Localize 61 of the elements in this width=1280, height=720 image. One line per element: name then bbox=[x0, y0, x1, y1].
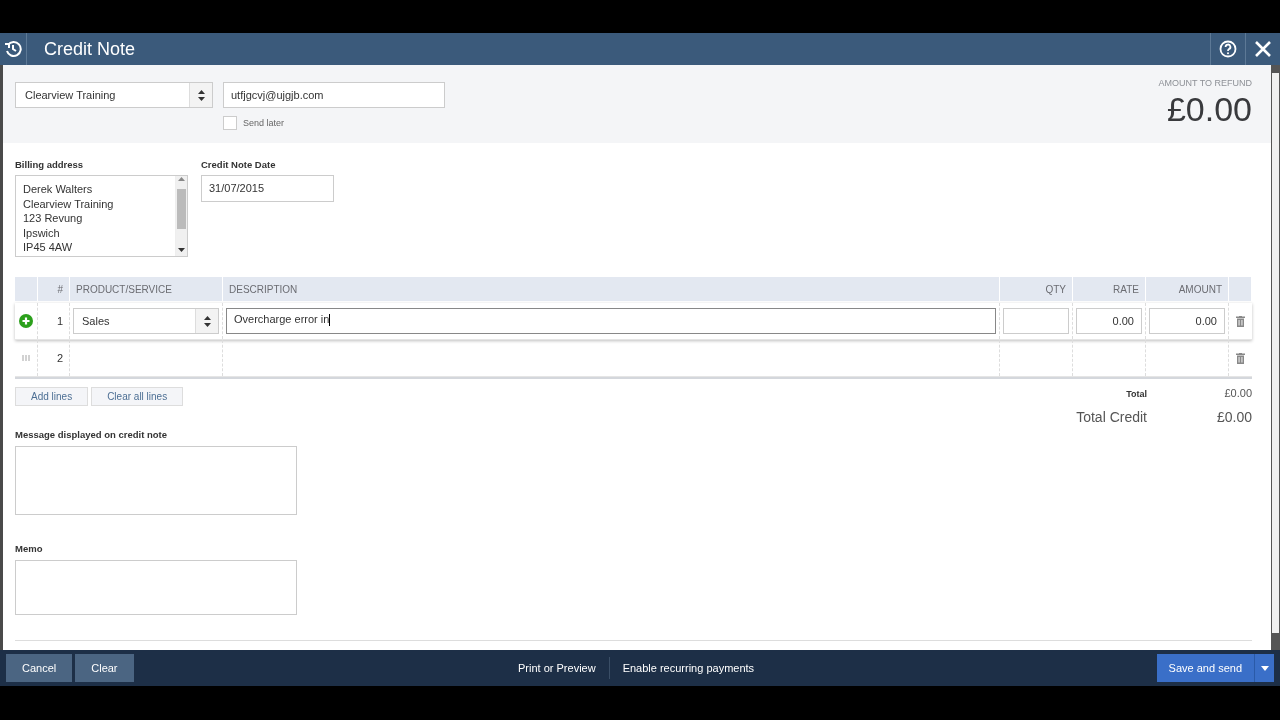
total-value: £0.00 bbox=[1223, 387, 1252, 399]
footer-button[interactable]: Clear bbox=[75, 654, 134, 682]
sort-arrows-icon bbox=[197, 89, 205, 101]
address-line: 123 Revung bbox=[23, 211, 84, 226]
column-header: QTY bbox=[1045, 283, 1066, 295]
column-header: DESCRIPTION bbox=[229, 283, 298, 295]
help-icon[interactable] bbox=[1219, 40, 1237, 58]
history-icon[interactable] bbox=[4, 40, 22, 58]
caret-icon bbox=[1260, 665, 1269, 671]
window-title: Credit Note bbox=[44, 38, 136, 60]
qty-field[interactable] bbox=[1003, 308, 1069, 334]
save-options-button[interactable] bbox=[1254, 654, 1274, 682]
address-line: Clearview Training bbox=[23, 196, 115, 211]
column-header: # bbox=[57, 283, 63, 295]
scrollbar-thumb[interactable] bbox=[177, 189, 186, 229]
credit-note-date-label: Credit Note Date bbox=[201, 159, 277, 170]
address-line: IP45 4AW bbox=[23, 240, 74, 255]
total-label: Total bbox=[1125, 389, 1147, 399]
footer-link[interactable]: Enable recurring payments bbox=[609, 662, 768, 674]
amount-field[interactable]: 0.00 bbox=[1149, 308, 1225, 334]
total-credit-label: Total Credit bbox=[1076, 409, 1147, 425]
amount-to-refund-label: AMOUNT TO REFUND bbox=[1158, 78, 1252, 88]
save-and-send-button[interactable]: Save and send bbox=[1156, 654, 1254, 682]
row-number: 2 bbox=[56, 352, 63, 364]
memo-label: Memo bbox=[15, 543, 44, 554]
line-action-button[interactable]: Add lines bbox=[15, 387, 89, 406]
sort-arrows-icon bbox=[203, 315, 211, 327]
billing-address-label: Billing address bbox=[15, 159, 85, 170]
add-icon[interactable] bbox=[19, 314, 33, 328]
column-header: RATE bbox=[1113, 283, 1139, 295]
row-number: 1 bbox=[56, 315, 63, 327]
total-credit-value: £0.00 bbox=[1215, 409, 1252, 425]
scroll-down-icon[interactable] bbox=[178, 248, 185, 253]
address-line: Ipswich bbox=[23, 225, 61, 240]
product-select[interactable]: Sales bbox=[73, 308, 219, 334]
message-label: Message displayed on credit note bbox=[15, 429, 169, 440]
customer-select[interactable]: Clearview Training bbox=[15, 82, 213, 108]
rate-field[interactable]: 0.00 bbox=[1076, 308, 1142, 334]
line-action-button[interactable]: Clear all lines bbox=[91, 387, 184, 406]
send-later-checkbox[interactable] bbox=[223, 116, 237, 130]
memo-field[interactable] bbox=[15, 560, 297, 615]
amount-to-refund-value: £0.00 bbox=[1166, 90, 1252, 129]
address-line: Derek Walters bbox=[23, 182, 94, 197]
billing-address-field[interactable]: Derek Walters Clearview Training 123 Revung Ipswich IP45 4AW bbox=[15, 175, 188, 257]
scrollbar[interactable] bbox=[1271, 65, 1280, 650]
send-later-label: Send later bbox=[243, 118, 285, 128]
column-header: AMOUNT bbox=[1178, 283, 1222, 295]
table-row[interactable]: 1 Sales Overcharge error in 0.00 0.00 bbox=[15, 303, 1252, 340]
footer-button[interactable]: Cancel bbox=[6, 654, 73, 682]
footer-link[interactable]: Print or Preview bbox=[505, 662, 609, 674]
email-field[interactable]: utfjgcvj@ujgjb.com bbox=[223, 82, 445, 108]
description-field[interactable]: Overcharge error in bbox=[226, 308, 996, 334]
scroll-up-icon[interactable] bbox=[178, 176, 185, 181]
trash-icon[interactable] bbox=[1236, 352, 1245, 364]
trash-icon[interactable] bbox=[1236, 315, 1245, 327]
message-field[interactable] bbox=[15, 446, 297, 515]
drag-handle-icon[interactable] bbox=[22, 355, 30, 361]
date-field[interactable]: 31/07/2015 bbox=[201, 175, 334, 202]
column-header: PRODUCT/SERVICE bbox=[76, 283, 172, 295]
table-row[interactable]: 2 bbox=[15, 340, 1252, 377]
close-icon[interactable] bbox=[1254, 40, 1272, 58]
